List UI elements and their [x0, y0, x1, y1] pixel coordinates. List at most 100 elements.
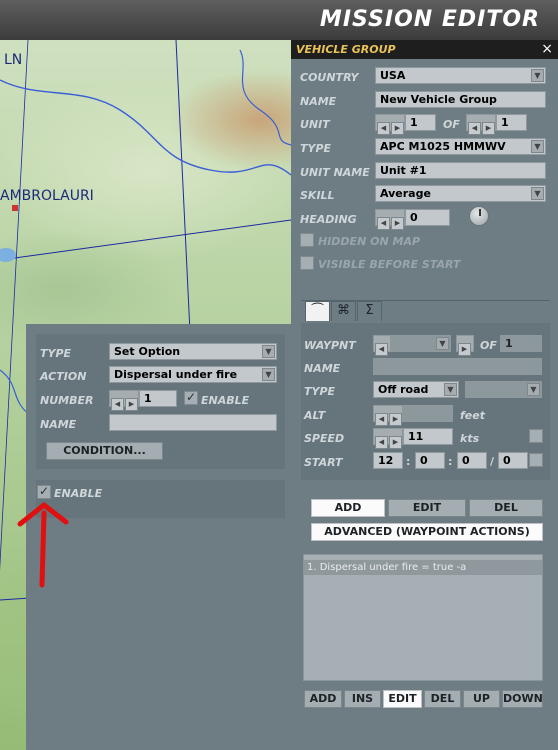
heading-stepper[interactable]: ◀ ▶	[375, 209, 405, 230]
country-select[interactable]: USA ▼	[375, 67, 546, 84]
action-enable-checkbox[interactable]	[37, 484, 51, 499]
waypoint-type-select[interactable]: Off road ▼	[373, 381, 459, 398]
action-label: ACTION	[40, 370, 87, 383]
hidden-on-map-checkbox[interactable]	[300, 233, 314, 247]
start-seconds-input[interactable]: 0	[457, 452, 487, 469]
action-edit-button[interactable]: EDIT	[383, 690, 422, 708]
heading-dial-icon[interactable]	[469, 206, 489, 226]
list-item[interactable]: 1. Dispersal under fire = true -a	[304, 560, 542, 575]
number-input[interactable]: 1	[139, 390, 177, 407]
speed-input[interactable]: 11	[403, 428, 453, 445]
unit-type-value: APC M1025 HMMWV	[380, 140, 506, 153]
day-separator: /	[490, 455, 495, 468]
skill-value: Average	[380, 187, 431, 200]
chevron-down-icon[interactable]: ▼	[262, 368, 275, 381]
arrow-right-icon[interactable]: ▶	[391, 217, 404, 230]
skill-label: SKILL	[300, 189, 335, 202]
action-up-button[interactable]: UP	[463, 690, 500, 708]
action-select[interactable]: Dispersal under fire ▼	[109, 366, 277, 383]
arrow-left-icon[interactable]: ◀	[375, 413, 388, 426]
arrow-right-icon[interactable]: ▶	[125, 398, 138, 411]
alt-label: ALT	[304, 409, 326, 422]
unit-count-stepper[interactable]: ◀ ▶	[466, 114, 496, 135]
arrow-left-icon[interactable]: ◀	[375, 343, 388, 356]
time-separator: :	[406, 455, 411, 468]
arrow-right-icon[interactable]: ▶	[389, 413, 402, 426]
waypoint-formation-select[interactable]: ▼	[465, 381, 542, 398]
unit-label: UNIT	[300, 118, 330, 131]
arrow-right-icon[interactable]: ▶	[482, 122, 495, 135]
waypoint-actions-list[interactable]: 1. Dispersal under fire = true -a	[303, 554, 543, 681]
action-add-button[interactable]: ADD	[304, 690, 342, 708]
arrow-right-icon[interactable]: ▶	[389, 436, 402, 449]
country-value: USA	[380, 69, 406, 82]
chevron-down-icon[interactable]: ▼	[527, 383, 540, 396]
start-locked-checkbox[interactable]	[529, 453, 543, 467]
tab-summary[interactable]: Σ	[357, 301, 382, 321]
waypoint-prev-button[interactable]: ◀	[373, 335, 391, 356]
visible-before-start-checkbox[interactable]	[300, 256, 314, 270]
alt-input[interactable]	[403, 405, 453, 422]
arrow-left-icon[interactable]: ◀	[375, 436, 388, 449]
skill-select[interactable]: Average ▼	[375, 185, 546, 202]
number-stepper[interactable]: ◀ ▶	[109, 390, 139, 411]
alt-stepper[interactable]: ◀ ▶	[373, 405, 403, 426]
arrow-left-icon[interactable]: ◀	[111, 398, 124, 411]
summary-icon: Σ	[365, 303, 374, 318]
waypoint-del-button[interactable]: DEL	[469, 499, 543, 517]
unit-type-select[interactable]: APC M1025 HMMWV ▼	[375, 138, 546, 155]
number-enable-checkbox[interactable]	[184, 390, 198, 405]
close-icon[interactable]: ×	[541, 41, 553, 57]
number-label: NUMBER	[40, 394, 94, 407]
chevron-down-icon[interactable]: ▼	[531, 187, 544, 200]
chevron-down-icon[interactable]: ▼	[444, 383, 457, 396]
arrow-left-icon[interactable]: ◀	[377, 217, 390, 230]
tab-route[interactable]: ⏜	[305, 301, 330, 321]
speed-stepper[interactable]: ◀ ▶	[373, 428, 403, 449]
advanced-waypoint-actions-button[interactable]: ADVANCED (WAYPOINT ACTIONS)	[311, 523, 543, 541]
chevron-down-icon[interactable]: ▼	[531, 140, 544, 153]
map-label-ambrolauri: AMBROLAURI	[0, 188, 94, 204]
heading-label: HEADING	[300, 213, 357, 226]
alt-unit: feet	[460, 409, 485, 422]
chevron-down-icon[interactable]: ▼	[436, 337, 449, 350]
time-separator: :	[448, 455, 453, 468]
start-day-input[interactable]: 0	[498, 452, 528, 469]
group-name-input[interactable]: New Vehicle Group	[375, 91, 546, 108]
arrow-right-icon[interactable]: ▶	[458, 343, 471, 356]
start-minutes-input[interactable]: 0	[415, 452, 445, 469]
route-icon: ⏜	[311, 303, 324, 318]
waypnt-label: WAYPNT	[304, 339, 356, 352]
triggers-icon: ⌘	[337, 303, 350, 318]
action-down-button[interactable]: DOWN	[502, 690, 543, 708]
action-value: Dispersal under fire	[114, 368, 238, 381]
chevron-down-icon[interactable]: ▼	[531, 69, 544, 82]
unit-name-input[interactable]: Unit #1	[375, 162, 546, 179]
action-editor-panel: TYPE Set Option ▼ ACTION Dispersal under…	[26, 324, 291, 750]
chevron-down-icon[interactable]: ▼	[262, 345, 275, 358]
action-name-input[interactable]	[109, 414, 277, 431]
arrow-left-icon[interactable]: ◀	[377, 122, 390, 135]
action-type-select[interactable]: Set Option ▼	[109, 343, 277, 360]
tab-triggers[interactable]: ⌘	[331, 301, 356, 321]
action-ins-button[interactable]: INS	[344, 690, 381, 708]
title-bar: MISSION EDITOR	[0, 0, 558, 40]
country-label: COUNTRY	[300, 71, 359, 84]
arrow-left-icon[interactable]: ◀	[468, 122, 481, 135]
heading-input[interactable]: 0	[405, 209, 450, 226]
app-title: MISSION EDITOR	[319, 7, 540, 32]
condition-button[interactable]: CONDITION...	[46, 442, 163, 460]
waypoint-edit-button[interactable]: EDIT	[388, 499, 466, 517]
unit-input[interactable]: 1	[405, 114, 436, 131]
speed-locked-checkbox[interactable]	[529, 429, 543, 443]
arrow-right-icon[interactable]: ▶	[391, 122, 404, 135]
unit-stepper[interactable]: ◀ ▶	[375, 114, 405, 135]
start-hours-input[interactable]: 12	[373, 452, 403, 469]
action-del-button[interactable]: DEL	[424, 690, 461, 708]
action-type-label: TYPE	[40, 347, 72, 360]
waypoint-add-button[interactable]: ADD	[311, 499, 385, 517]
unit-count-input[interactable]: 1	[496, 114, 527, 131]
waypoint-name-input[interactable]	[373, 358, 542, 375]
waypoint-next-button[interactable]: ▶	[456, 335, 474, 356]
wp-type-label: TYPE	[304, 385, 336, 398]
